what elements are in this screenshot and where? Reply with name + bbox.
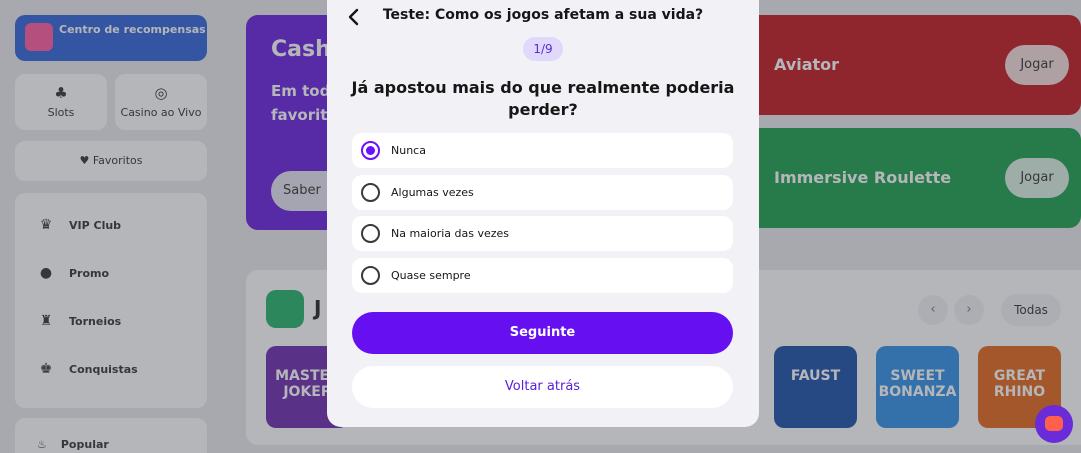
question-counter: 1/9 [523, 37, 563, 61]
question-text: Já apostou mais do que realmente poderia… [351, 78, 735, 119]
answer-option[interactable]: Quase sempre [352, 258, 733, 293]
radio-button[interactable] [361, 141, 380, 160]
next-button[interactable]: Seguinte [352, 312, 733, 354]
answer-option[interactable]: Algumas vezes [352, 175, 733, 210]
answer-option[interactable]: Nunca [352, 133, 733, 168]
answer-label: Na maioria das vezes [391, 227, 510, 240]
answer-option[interactable]: Na maioria das vezes [352, 216, 733, 251]
answer-label: Quase sempre [391, 269, 471, 282]
quiz-title: Teste: Como os jogos afetam a sua vida? [382, 7, 704, 23]
radio-button[interactable] [361, 266, 380, 285]
answer-label: Nunca [391, 144, 426, 157]
quiz-modal: Teste: Como os jogos afetam a sua vida? … [327, 0, 759, 427]
answer-label: Algumas vezes [391, 186, 474, 199]
radio-button[interactable] [361, 224, 380, 243]
chat-support-icon[interactable] [1035, 405, 1073, 443]
go-back-button[interactable]: Voltar atrás [352, 366, 733, 408]
radio-button[interactable] [361, 183, 380, 202]
